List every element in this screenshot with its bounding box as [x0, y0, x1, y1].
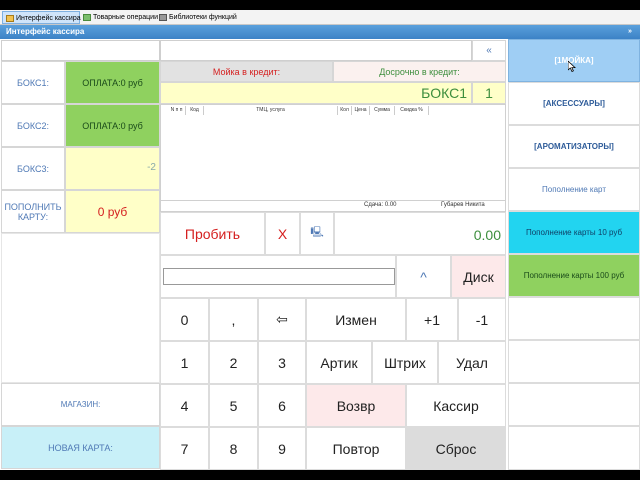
change-button[interactable]: Измен: [306, 298, 406, 341]
barcode-button[interactable]: Штрих: [372, 341, 438, 384]
plus-one-button[interactable]: +1: [406, 298, 458, 341]
receipt-footer: Сдача: 0.00 Губарев Никита: [160, 200, 506, 212]
box3-payment[interactable]: -2: [65, 147, 160, 190]
window-icon: [6, 15, 14, 22]
wash-on-credit-label: Мойка в кредит:: [160, 61, 333, 82]
key-1[interactable]: 1: [160, 341, 209, 384]
category-empty-2[interactable]: [508, 340, 640, 383]
category-empty-1[interactable]: [508, 297, 640, 340]
category-fragrances[interactable]: [АРОМАТИЗАТОРЫ]: [508, 125, 640, 168]
cashier-app: « БОКС1: ОПЛАТА:0 руб БОКС2: ОПЛАТА:0 ру…: [0, 39, 640, 470]
col-item: ТМЦ, услуга: [204, 106, 338, 115]
top-left-field[interactable]: [1, 40, 160, 61]
selected-box-text: БОКС1: [421, 85, 467, 101]
key-3[interactable]: 3: [258, 341, 306, 384]
selected-box-number: 1: [472, 82, 506, 104]
display-icon[interactable]: 🖳: [300, 212, 334, 255]
new-card-label[interactable]: НОВАЯ КАРТА:: [1, 426, 160, 469]
repeat-button[interactable]: Повтор: [306, 427, 406, 470]
left-empty-area: [1, 233, 160, 383]
collapse-button[interactable]: «: [472, 40, 506, 61]
selected-box-name: БОКС1: [160, 82, 472, 104]
box1-payment[interactable]: ОПЛАТА:0 руб: [65, 61, 160, 104]
disk-button[interactable]: Диск: [451, 255, 506, 298]
box2-label: БОКС2:: [1, 104, 65, 147]
search-row: [160, 255, 396, 298]
category-accessories[interactable]: [АКСЕССУАРЫ]: [508, 82, 640, 125]
box1-label: БОКС1:: [1, 61, 65, 104]
topup-card-amount[interactable]: 0 руб: [65, 190, 160, 233]
key-comma[interactable]: ,: [209, 298, 258, 341]
key-5[interactable]: 5: [209, 384, 258, 427]
receipt-table[interactable]: [160, 104, 506, 212]
box3-label: БОКС3:: [1, 147, 65, 190]
cashier-button[interactable]: Кассир: [406, 384, 506, 427]
print-button[interactable]: Пробить: [160, 212, 265, 255]
key-2[interactable]: 2: [209, 341, 258, 384]
box3-value: -2: [147, 162, 156, 173]
up-button[interactable]: ^: [396, 255, 451, 298]
tab-goods-operations[interactable]: Товарные операции: [80, 11, 158, 24]
tab-label: Библиотеки функций: [169, 14, 237, 21]
top-input-field[interactable]: [160, 40, 472, 61]
article-button[interactable]: Артик: [306, 341, 372, 384]
tab-bar: Интерфейс кассира Товарные операции Библ…: [0, 10, 640, 25]
goods-icon: [83, 14, 91, 21]
backspace-icon[interactable]: ⇦: [258, 298, 306, 341]
topup-100-button[interactable]: Пополнение карты 100 руб: [508, 254, 640, 297]
library-icon: [159, 14, 167, 21]
key-9[interactable]: 9: [258, 427, 306, 470]
early-credit-label: Досрочно в кредит:: [333, 61, 506, 82]
key-0[interactable]: 0: [160, 298, 209, 341]
minus-one-button[interactable]: -1: [458, 298, 506, 341]
cashier-name: Губарев Никита: [441, 202, 485, 208]
return-button[interactable]: Возвр: [306, 384, 406, 427]
category-empty-3[interactable]: [508, 383, 640, 426]
topup-10-button[interactable]: Пополнение карты 10 руб: [508, 211, 640, 254]
window-title-bar: Интерфейс кассира »: [0, 25, 640, 39]
delete-button[interactable]: Удал: [438, 341, 506, 384]
reset-button[interactable]: Сброс: [406, 427, 506, 470]
col-discount: Скидка %: [395, 106, 429, 115]
shop-label: МАГАЗИН:: [1, 383, 160, 426]
search-input[interactable]: [163, 268, 395, 285]
col-sum: Сумма: [370, 106, 395, 115]
category-card-topup[interactable]: Пополнение карт: [508, 168, 640, 211]
total-amount: 0.00: [473, 227, 501, 243]
col-npp: N п п: [168, 106, 186, 115]
key-7[interactable]: 7: [160, 427, 209, 470]
total-display: 0.00: [334, 212, 506, 255]
window-title: Интерфейс кассира: [6, 27, 85, 36]
key-8[interactable]: 8: [209, 427, 258, 470]
change-amount: Сдача: 0.00: [364, 202, 397, 208]
cancel-button[interactable]: Х: [265, 212, 300, 255]
tab-cashier-interface[interactable]: Интерфейс кассира: [2, 11, 81, 24]
tab-label: Товарные операции: [93, 14, 158, 21]
key-4[interactable]: 4: [160, 384, 209, 427]
topup-card-label: ПОПОЛНИТЬ КАРТУ:: [1, 190, 65, 233]
col-code: Код: [186, 106, 204, 115]
window-expand-icon[interactable]: »: [628, 25, 638, 39]
col-qty: Кол: [338, 106, 352, 115]
key-6[interactable]: 6: [258, 384, 306, 427]
tab-function-libraries[interactable]: Библиотеки функций: [156, 11, 266, 24]
box2-payment[interactable]: ОПЛАТА:0 руб: [65, 104, 160, 147]
mouse-cursor-icon: [568, 61, 576, 72]
tab-label: Интерфейс кассира: [16, 15, 81, 22]
category-empty-4[interactable]: [508, 426, 640, 470]
col-price: Цена: [352, 106, 370, 115]
